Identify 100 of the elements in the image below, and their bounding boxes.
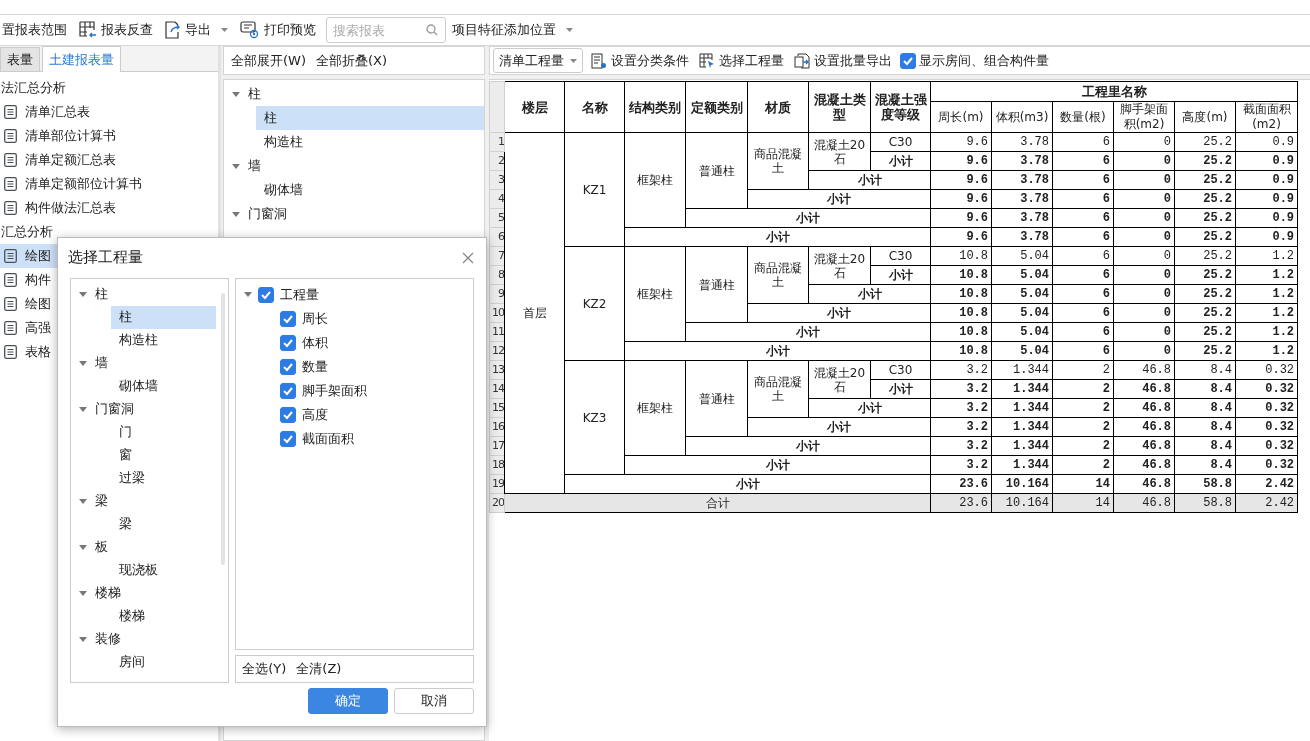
table-cell: 普通柱 — [685, 360, 748, 437]
table-cell: 25.2 — [1174, 246, 1236, 266]
table-cell: 3.78 — [991, 208, 1053, 228]
table-cell: 0 — [1113, 132, 1175, 152]
table-cell: 0.32 — [1235, 417, 1298, 437]
table-cell: 混凝土20石 — [808, 132, 871, 171]
table-cell: 3.78 — [991, 227, 1053, 247]
column-header: 截面面积(m2) — [1235, 101, 1298, 133]
table-cell: 框架柱 — [624, 360, 686, 456]
table-cell: 3.2 — [930, 360, 992, 380]
column-header: 结构类别 — [624, 81, 686, 133]
table-cell: 0 — [1113, 284, 1175, 304]
table-cell: 0 — [1113, 208, 1175, 228]
table-cell: 0.9 — [1235, 170, 1298, 190]
table-cell: 0 — [1113, 303, 1175, 323]
table-cell: 6 — [1052, 322, 1114, 342]
table-cell: 6 — [1052, 132, 1114, 152]
table-cell: 46.8 — [1113, 436, 1175, 456]
table-cell: 1.2 — [1235, 303, 1298, 323]
table-cell: 6 — [1052, 151, 1114, 171]
table-cell: 3.2 — [930, 455, 992, 475]
table-cell: 6 — [1052, 284, 1114, 304]
table-cell: 58.8 — [1174, 474, 1236, 494]
table-cell: KZ2 — [564, 246, 625, 361]
table-cell: 10.8 — [930, 246, 992, 266]
table-cell: 3.2 — [930, 379, 992, 399]
table-cell: 1.2 — [1235, 284, 1298, 304]
table-cell: 小计 — [747, 303, 931, 323]
table-cell: 6 — [1052, 265, 1114, 285]
table-cell: 0 — [1113, 265, 1175, 285]
table-cell: 6 — [1052, 303, 1114, 323]
table-cell: 0 — [1113, 246, 1175, 266]
table-cell: 1.2 — [1235, 322, 1298, 342]
table-cell: 小计 — [685, 322, 931, 342]
table-cell: 5.04 — [991, 246, 1053, 266]
table-cell: 商品混凝土 — [747, 132, 809, 190]
column-header: 脚手架面积(m2) — [1113, 101, 1175, 133]
table-cell: 0.32 — [1235, 398, 1298, 418]
table-cell: 5.04 — [991, 303, 1053, 323]
table-cell: 1.344 — [991, 398, 1053, 418]
table-cell: 1.344 — [991, 417, 1053, 437]
table-cell: KZ1 — [564, 132, 625, 247]
column-header: 混凝土类型 — [808, 81, 871, 133]
table-cell: 25.2 — [1174, 284, 1236, 304]
column-header: 高度(m) — [1174, 101, 1236, 133]
table-cell: 3.78 — [991, 189, 1053, 209]
table-cell: 2 — [1052, 360, 1114, 380]
table-cell: 小计 — [870, 265, 931, 285]
dialog-title: 选择工程量 — [68, 248, 143, 268]
table-cell: 0 — [1113, 341, 1175, 361]
table-cell: 小计 — [624, 227, 931, 247]
table-cell: 6 — [1052, 170, 1114, 190]
table-cell: 3.2 — [930, 417, 992, 437]
table-cell: 0.32 — [1235, 455, 1298, 475]
column-header: 工程里名称 — [930, 81, 1298, 102]
table-cell: 框架柱 — [624, 246, 686, 342]
table-cell: 46.8 — [1113, 474, 1175, 494]
table-cell: 9.6 — [930, 132, 992, 152]
table-cell: 8.4 — [1174, 436, 1236, 456]
column-header: 混凝土强度等级 — [870, 81, 931, 133]
table-cell: 0 — [1113, 170, 1175, 190]
table-cell: 0.9 — [1235, 132, 1298, 152]
table-cell: 普通柱 — [685, 246, 748, 323]
table-cell: 商品混凝土 — [747, 246, 809, 304]
table-cell: 1.344 — [991, 379, 1053, 399]
table-cell: 9.6 — [930, 151, 992, 171]
table-cell: 8.4 — [1174, 417, 1236, 437]
table-cell: 0.32 — [1235, 379, 1298, 399]
table-cell: 0 — [1113, 151, 1175, 171]
table-cell: 5.04 — [991, 284, 1053, 304]
table-cell: 1.2 — [1235, 246, 1298, 266]
table-cell: 46.8 — [1113, 360, 1175, 380]
table-cell: 23.6 — [930, 474, 992, 494]
table-cell: 2 — [1052, 379, 1114, 399]
table-cell: 10.8 — [930, 265, 992, 285]
table-cell: 5.04 — [991, 322, 1053, 342]
table-cell: 25.2 — [1174, 341, 1236, 361]
table-cell: 6 — [1052, 227, 1114, 247]
table-cell: 小计 — [870, 151, 931, 171]
table-cell: 小计 — [747, 417, 931, 437]
table-cell: 2.42 — [1235, 474, 1298, 494]
table-cell: KZ3 — [564, 360, 625, 475]
table-cell: 1.344 — [991, 436, 1053, 456]
table-cell: 8.4 — [1174, 455, 1236, 475]
table-cell: 3.78 — [991, 132, 1053, 152]
column-header: 名称 — [564, 81, 625, 133]
table-cell: 25.2 — [1174, 189, 1236, 209]
column-header: 数量(根) — [1052, 101, 1114, 133]
table-cell: 10.8 — [930, 303, 992, 323]
table-cell: 0.32 — [1235, 436, 1298, 456]
table-cell: 25.2 — [1174, 265, 1236, 285]
table-cell: 5.04 — [991, 265, 1053, 285]
table-cell: 9.6 — [930, 189, 992, 209]
table-cell: 46.8 — [1113, 379, 1175, 399]
table-cell: 2 — [1052, 417, 1114, 437]
column-header: 体积(m3) — [991, 101, 1053, 133]
table-cell: 小计 — [870, 379, 931, 399]
table-cell: 0.9 — [1235, 189, 1298, 209]
column-header: 材质 — [747, 81, 809, 133]
column-header: 楼层 — [504, 81, 565, 133]
